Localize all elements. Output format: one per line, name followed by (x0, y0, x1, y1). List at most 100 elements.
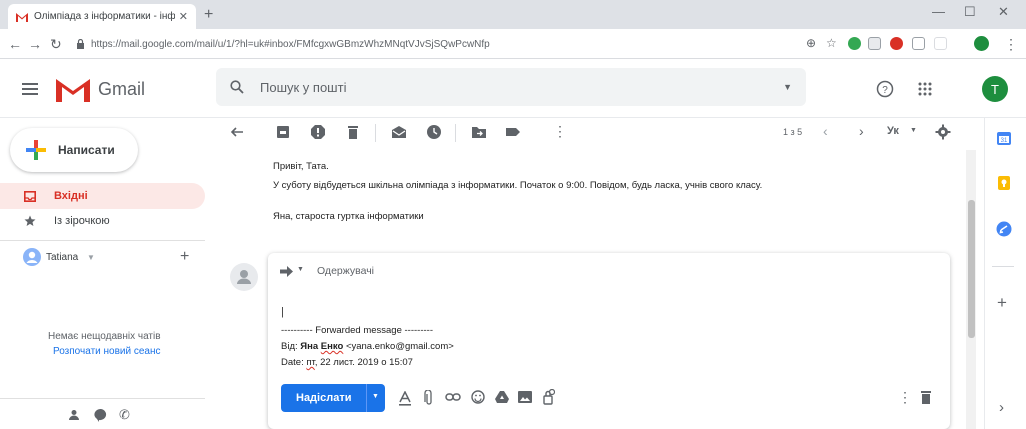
keep-notes-icon[interactable] (996, 175, 1012, 191)
reload-icon[interactable]: ↻ (50, 36, 62, 53)
back-to-inbox-icon[interactable] (229, 124, 245, 140)
sender-avatar-icon (230, 263, 258, 291)
side-panel-divider (984, 118, 985, 429)
svg-text:31: 31 (1001, 138, 1008, 144)
zoom-icon[interactable]: ⊕ (806, 36, 816, 50)
send-button-group: Надіслати ▼ (281, 384, 385, 412)
toolbar-separator (455, 124, 456, 142)
older-chevron-icon[interactable]: › (859, 123, 864, 139)
message-greeting: Привіт, Тата. (273, 161, 329, 172)
search-bar[interactable]: Пошук у пошті ▼ (216, 68, 806, 106)
lock-icon (77, 39, 84, 49)
discard-draft-icon[interactable] (920, 390, 932, 404)
text-format-icon[interactable] (398, 391, 412, 406)
forward-icon[interactable]: → (28, 36, 42, 52)
message-signature: Яна, староста гуртка інформатики (273, 211, 424, 222)
report-spam-icon[interactable] (310, 124, 326, 140)
new-chat-plus-icon[interactable]: + (180, 248, 189, 266)
attach-file-icon[interactable] (424, 390, 434, 406)
phone-call-icon[interactable]: ✆ (119, 407, 130, 423)
search-icon[interactable] (230, 80, 244, 94)
help-icon[interactable]: ? (876, 80, 894, 98)
window-close-icon[interactable]: ✕ (998, 4, 1009, 20)
new-tab-icon[interactable]: + (204, 6, 213, 24)
scrollbar-thumb[interactable] (968, 200, 975, 338)
send-button[interactable]: Надіслати (296, 392, 351, 404)
reply-type-dropdown-icon[interactable]: ▼ (297, 266, 304, 273)
show-side-panel-chevron-icon[interactable]: › (999, 399, 1004, 416)
hangouts-avatar-icon[interactable] (23, 248, 41, 266)
gmail-logo-icon[interactable] (56, 76, 90, 102)
get-addons-plus-icon[interactable]: + (997, 293, 1007, 313)
gmail-wordmark: Gmail (98, 79, 146, 99)
date-label: Date: (281, 357, 304, 368)
hangouts-account-name[interactable]: Tatiana (46, 252, 78, 263)
sidebar-item-label: Із зірочкою (54, 215, 110, 227)
archive-icon[interactable] (275, 124, 291, 140)
forwarded-date-line: Date: пт, 22 лист. 2019 о 15:07 (281, 357, 413, 368)
compose-body-area[interactable]: | ---------- Forwarded message ---------… (273, 292, 943, 378)
sidebar-item-inbox[interactable]: Вхідні (0, 183, 205, 209)
message-toolbar: ⋮ 1 з 5 ‹ › Ук ▼ (215, 118, 975, 148)
extension-drive-icon[interactable] (934, 37, 947, 50)
compose-plus-icon (26, 140, 46, 160)
pagination-text: 1 з 5 (783, 127, 803, 137)
extension-check-icon[interactable] (848, 37, 861, 50)
browser-tab-bar: Олімпіада з інформатики - інфо ✕ + — ☐ ✕ (0, 0, 1026, 29)
delete-icon[interactable] (345, 124, 361, 140)
newer-chevron-icon[interactable]: ‹ (823, 123, 828, 139)
apps-grid-icon[interactable] (918, 82, 932, 96)
toolbar-separator (375, 124, 376, 142)
language-dropdown-icon[interactable]: ▼ (910, 127, 917, 134)
forward-arrow-icon[interactable] (280, 266, 293, 277)
contacts-person-icon[interactable] (68, 409, 80, 421)
schedule-send-dropdown-icon[interactable]: ▼ (372, 393, 379, 400)
settings-gear-icon[interactable] (935, 124, 951, 140)
label-icon[interactable] (505, 124, 521, 140)
from-last-name: Енко (320, 341, 344, 352)
browser-tab[interactable]: Олімпіада з інформатики - інфо ✕ (8, 4, 196, 29)
back-icon[interactable]: ← (8, 36, 22, 52)
emoji-icon[interactable] (471, 390, 485, 404)
no-recent-chats-text: Немає нещодавніх чатів (48, 331, 161, 342)
account-avatar[interactable]: T (982, 76, 1008, 102)
gmail-favicon-icon (16, 12, 28, 22)
from-label: Від: (281, 341, 298, 352)
insert-photo-icon[interactable] (518, 391, 532, 403)
more-options-icon[interactable]: ⋮ (898, 389, 912, 406)
extension-pocket-icon[interactable] (912, 37, 925, 50)
move-to-icon[interactable] (471, 124, 487, 140)
insert-link-icon[interactable] (445, 392, 461, 402)
search-options-icon[interactable]: ▼ (783, 82, 792, 92)
calendar-icon[interactable]: 31 (996, 130, 1012, 146)
address-bar[interactable]: https://mail.google.com/mail/u/1/?hl=uk#… (76, 33, 856, 55)
confidential-mode-icon[interactable] (541, 389, 555, 405)
input-language-button[interactable]: Ук (887, 125, 899, 137)
chrome-profile-avatar[interactable] (974, 36, 989, 51)
bookmark-star-icon[interactable]: ☆ (826, 36, 837, 50)
chrome-menu-icon[interactable]: ⋮ (1004, 36, 1018, 53)
gmail-header: Gmail Пошук у пошті ▼ ? T (0, 60, 1026, 118)
message-body: У суботу відбудеться шкільна олімпіада з… (273, 180, 763, 191)
more-actions-icon[interactable]: ⋮ (553, 123, 567, 140)
account-dropdown-icon[interactable]: ▼ (87, 253, 95, 262)
rail-divider (992, 266, 1014, 267)
tasks-icon[interactable] (996, 221, 1012, 237)
hangouts-chat-icon[interactable] (94, 408, 108, 422)
main-menu-icon[interactable] (22, 82, 38, 96)
maximize-icon[interactable]: ☐ (964, 4, 976, 20)
sidebar-item-starred[interactable]: Із зірочкою (0, 208, 205, 234)
extension-badge-icon[interactable] (890, 37, 903, 50)
search-placeholder: Пошук у пошті (260, 79, 347, 95)
extension-pdf-icon[interactable] (868, 37, 881, 50)
browser-toolbar: ← → ↻ https://mail.google.com/mail/u/1/?… (0, 29, 1026, 59)
tab-close-icon[interactable]: ✕ (179, 10, 188, 23)
google-drive-icon[interactable] (495, 391, 509, 403)
recipients-field[interactable]: Одержувачі (317, 265, 374, 277)
start-new-chat-link[interactable]: Розпочати новий сеанс (53, 346, 161, 357)
snooze-clock-icon[interactable] (426, 124, 442, 140)
mark-unread-icon[interactable] (391, 124, 407, 140)
compose-button[interactable]: Написати (10, 128, 138, 172)
date-day: пт (306, 357, 315, 368)
minimize-icon[interactable]: — (932, 4, 945, 19)
